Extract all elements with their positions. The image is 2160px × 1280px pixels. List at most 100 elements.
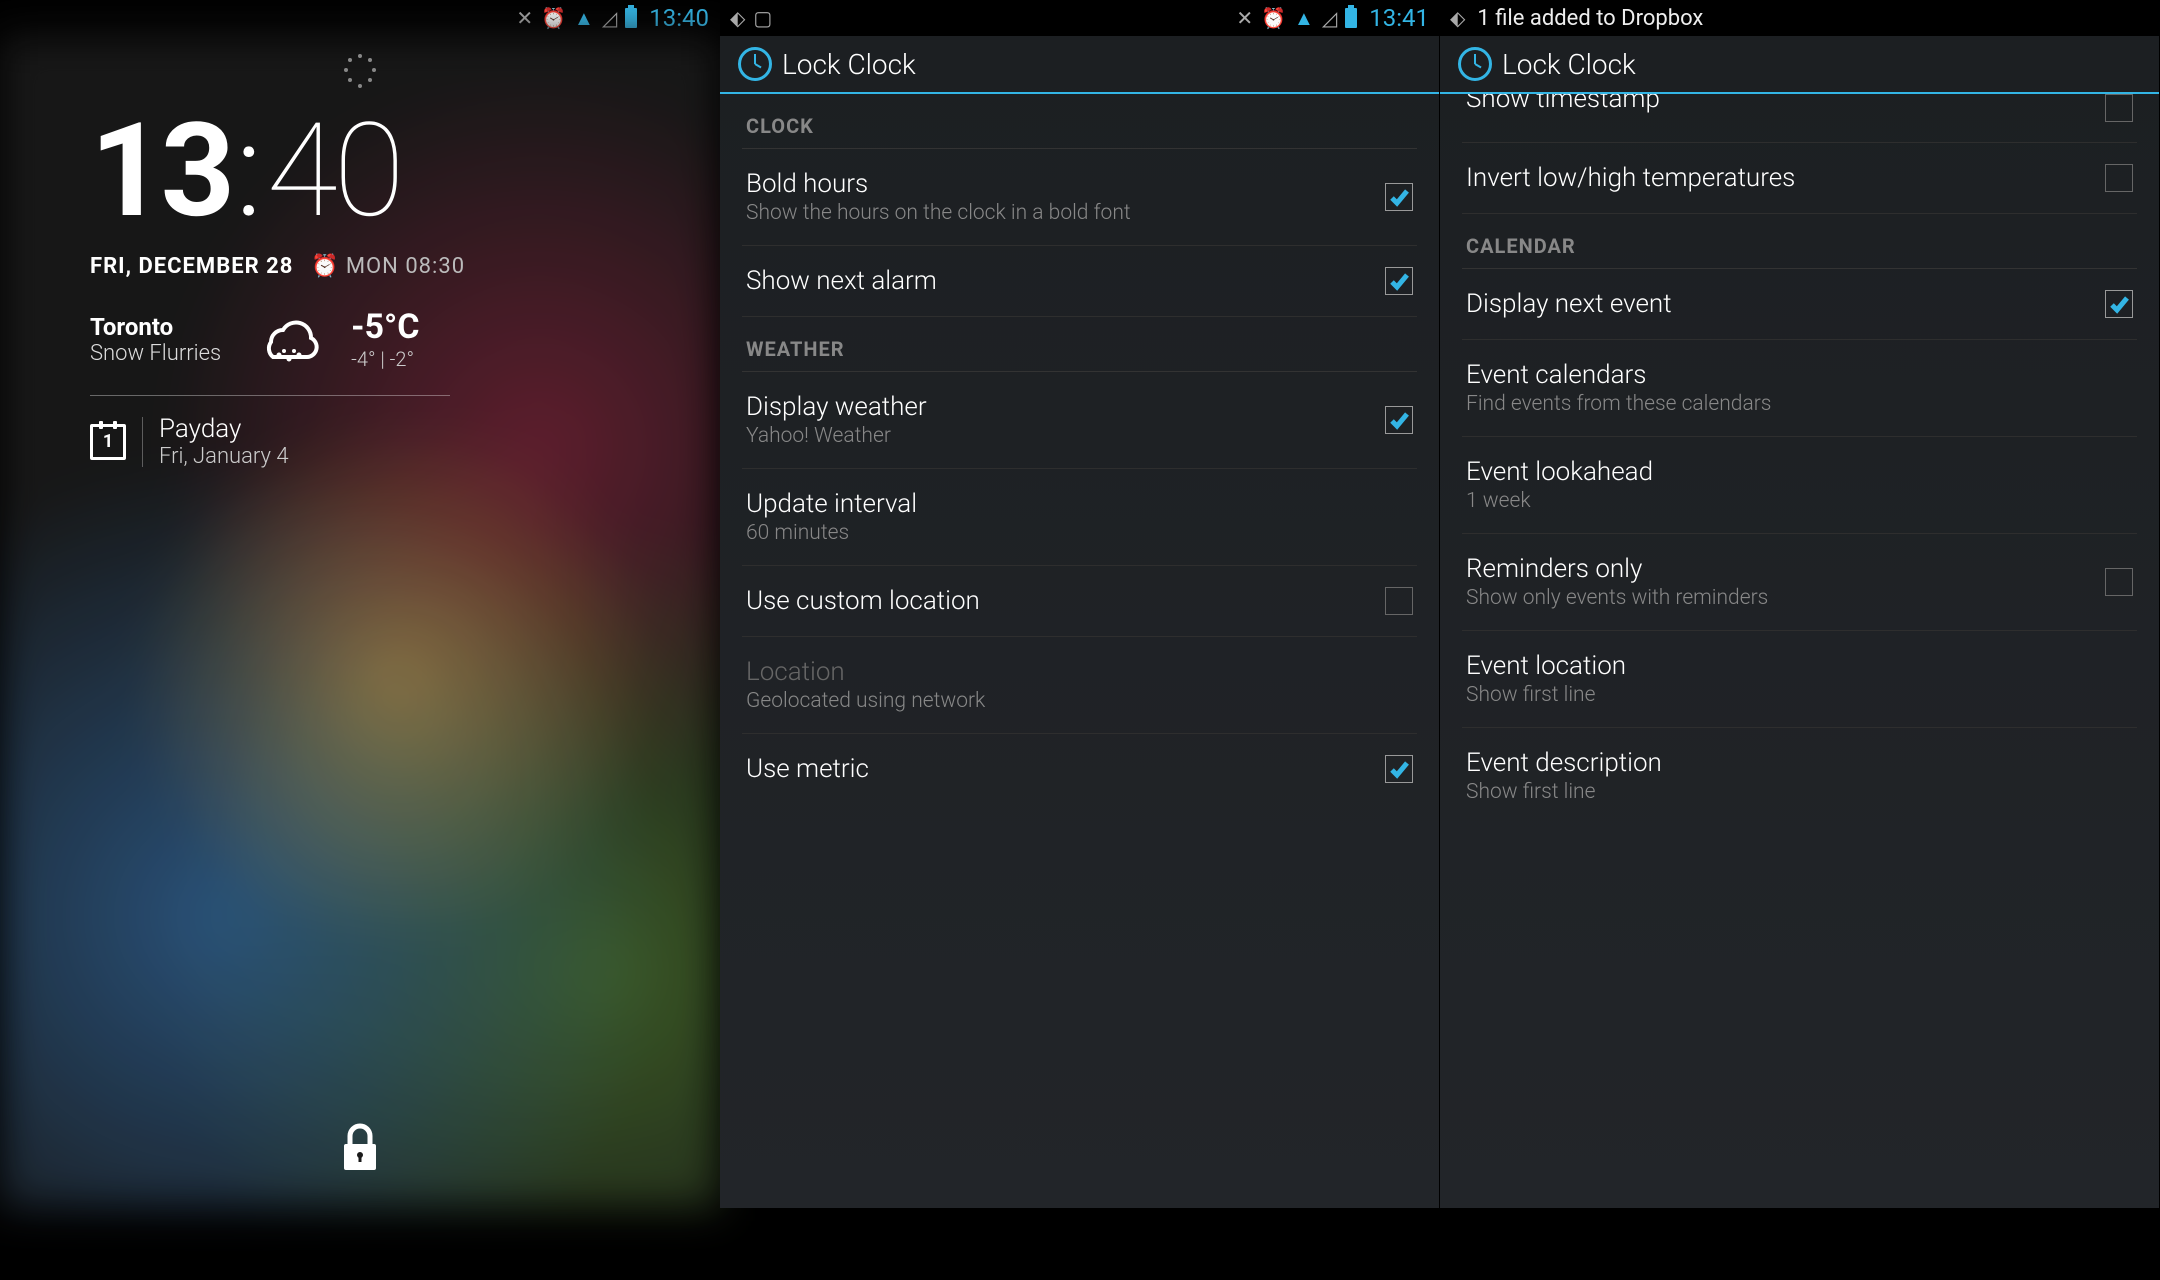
dropbox-icon: ⬖ [1450, 6, 1465, 30]
pref-bold-hours[interactable]: Bold hours Show the hours on the clock i… [742, 149, 1417, 246]
status-bar: ⬖ ▢ ✕ ⏰ ▲ ◿ 13:41 [720, 0, 1439, 36]
status-bar: ✕ ⏰ ▲ ◿ 13:40 [0, 0, 719, 36]
weather-hilo: -4° | -2° [351, 347, 419, 371]
pref-subtitle: Yahoo! Weather [746, 424, 1367, 448]
clock-colon: : [235, 106, 262, 236]
pref-title: Bold hours [746, 169, 1367, 199]
section-header-weather: WEATHER [742, 317, 1417, 372]
pref-update-interval[interactable]: Update interval 60 minutes [742, 469, 1417, 566]
pref-title: Display weather [746, 392, 1367, 422]
app-title: Lock Clock [782, 48, 916, 81]
event-title: Payday [159, 414, 289, 444]
settings-list[interactable]: CLOCK Bold hours Show the hours on the c… [720, 94, 1439, 1208]
pref-title: Show timestamp [1466, 94, 2087, 114]
clock-icon [738, 47, 772, 81]
wifi-icon: ▲ [1294, 6, 1314, 31]
phone-lockscreen: ✕ ⏰ ▲ ◿ 13:40 13 : 40 FRI, DECEMBER 28 ⏰… [0, 0, 720, 1280]
pref-custom-location[interactable]: Use custom location [742, 566, 1417, 637]
app-bar[interactable]: Lock Clock [1440, 36, 2159, 94]
pref-event-description[interactable]: Event description Show first line [1462, 728, 2137, 824]
checkbox[interactable] [2105, 290, 2133, 318]
weather-city: Toronto [90, 313, 221, 341]
pref-display-weather[interactable]: Display weather Yahoo! Weather [742, 372, 1417, 469]
pref-invert-temps[interactable]: Invert low/high temperatures [1462, 143, 2137, 214]
pref-title: Update interval [746, 489, 1413, 519]
checkbox[interactable] [1385, 267, 1413, 295]
clock-widget[interactable]: 13 : 40 [90, 106, 659, 236]
section-header-clock: CLOCK [742, 94, 1417, 149]
divider [90, 395, 450, 396]
app-title: Lock Clock [1502, 48, 1636, 81]
phone-settings-2: ⬖ 1 file added to Dropbox Lock Clock Sho… [1440, 0, 2160, 1280]
pref-subtitle: 60 minutes [746, 521, 1413, 545]
lockscreen-widget: 13 : 40 FRI, DECEMBER 28 ⏰ MON 08:30 Tor… [0, 36, 719, 1208]
signal-icon: ◿ [1322, 6, 1337, 30]
picture-icon: ▢ [753, 6, 772, 30]
checkbox[interactable] [1385, 406, 1413, 434]
alarm-clock-icon: ⏰ [311, 254, 339, 279]
pref-show-timestamp[interactable]: Show timestamp [1462, 94, 2137, 143]
checkbox[interactable] [1385, 183, 1413, 211]
checkbox[interactable] [2105, 94, 2133, 122]
date-text: FRI, DECEMBER 28 [90, 254, 293, 279]
dropbox-icon: ⬖ [730, 6, 745, 30]
pref-title: Event description [1466, 748, 2133, 778]
checkbox[interactable] [1385, 755, 1413, 783]
pref-title: Display next event [1466, 289, 2087, 319]
pref-subtitle: Geolocated using network [746, 689, 1413, 713]
lock-slide-target[interactable] [338, 1122, 382, 1178]
pref-title: Use metric [746, 754, 1367, 784]
battery-icon [625, 8, 637, 28]
alarm-icon: ⏰ [1261, 6, 1286, 30]
divider-vertical [142, 417, 143, 467]
alarm-time: MON 08:30 [346, 254, 465, 279]
battery-icon [1345, 8, 1357, 28]
vibrate-icon: ✕ [1236, 6, 1253, 30]
notification-text: 1 file added to Dropbox [1477, 6, 1703, 31]
pref-event-calendars[interactable]: Event calendars Find events from these c… [1462, 340, 2137, 437]
snow-flurries-icon [251, 307, 321, 371]
app-bar[interactable]: Lock Clock [720, 36, 1439, 94]
pref-location: Location Geolocated using network [742, 637, 1417, 734]
pref-event-lookahead[interactable]: Event lookahead 1 week [1462, 437, 2137, 534]
pref-subtitle: Show the hours on the clock in a bold fo… [746, 201, 1367, 225]
checkbox[interactable] [1385, 587, 1413, 615]
pref-title: Location [746, 657, 1413, 687]
pref-title: Event location [1466, 651, 2133, 681]
clock-minutes: 40 [266, 106, 400, 236]
pref-subtitle: Show first line [1466, 780, 2133, 804]
vibrate-icon: ✕ [516, 6, 533, 30]
pref-event-location[interactable]: Event location Show first line [1462, 631, 2137, 728]
status-time: 13:41 [1369, 4, 1429, 32]
pref-title: Event lookahead [1466, 457, 2133, 487]
weather-widget[interactable]: Toronto Snow Flurries -5°C -4° | -2° [90, 307, 659, 371]
pref-use-metric[interactable]: Use metric [742, 734, 1417, 804]
pref-show-next-alarm[interactable]: Show next alarm [742, 246, 1417, 317]
weather-condition: Snow Flurries [90, 341, 221, 366]
checkbox[interactable] [2105, 568, 2133, 596]
pref-title: Event calendars [1466, 360, 2133, 390]
wifi-icon: ▲ [574, 6, 594, 31]
pref-title: Reminders only [1466, 554, 2087, 584]
calendar-icon: 1 [90, 424, 126, 460]
pref-title: Use custom location [746, 586, 1367, 616]
clock-icon [1458, 47, 1492, 81]
weather-temp: -5°C [351, 307, 419, 347]
pref-title: Invert low/high temperatures [1466, 163, 2087, 193]
pref-display-next-event[interactable]: Display next event [1462, 269, 2137, 340]
status-time: 13:40 [649, 4, 709, 32]
settings-list[interactable]: Show timestamp Invert low/high temperatu… [1440, 94, 2159, 1208]
phone-settings-1: ⬖ ▢ ✕ ⏰ ▲ ◿ 13:41 Lock Clock CLOCK Bold … [720, 0, 1440, 1280]
section-header-calendar: CALENDAR [1462, 214, 2137, 269]
event-date: Fri, January 4 [159, 444, 289, 469]
calendar-event-widget[interactable]: 1 Payday Fri, January 4 [90, 414, 659, 469]
pref-title: Show next alarm [746, 266, 1367, 296]
checkbox[interactable] [2105, 164, 2133, 192]
alarm-icon: ⏰ [541, 6, 566, 30]
pref-subtitle: 1 week [1466, 489, 2133, 513]
pref-subtitle: Show only events with reminders [1466, 586, 2087, 610]
pref-subtitle: Show first line [1466, 683, 2133, 707]
pref-reminders-only[interactable]: Reminders only Show only events with rem… [1462, 534, 2137, 631]
signal-icon: ◿ [602, 6, 617, 30]
clock-hours: 13 [90, 106, 231, 236]
